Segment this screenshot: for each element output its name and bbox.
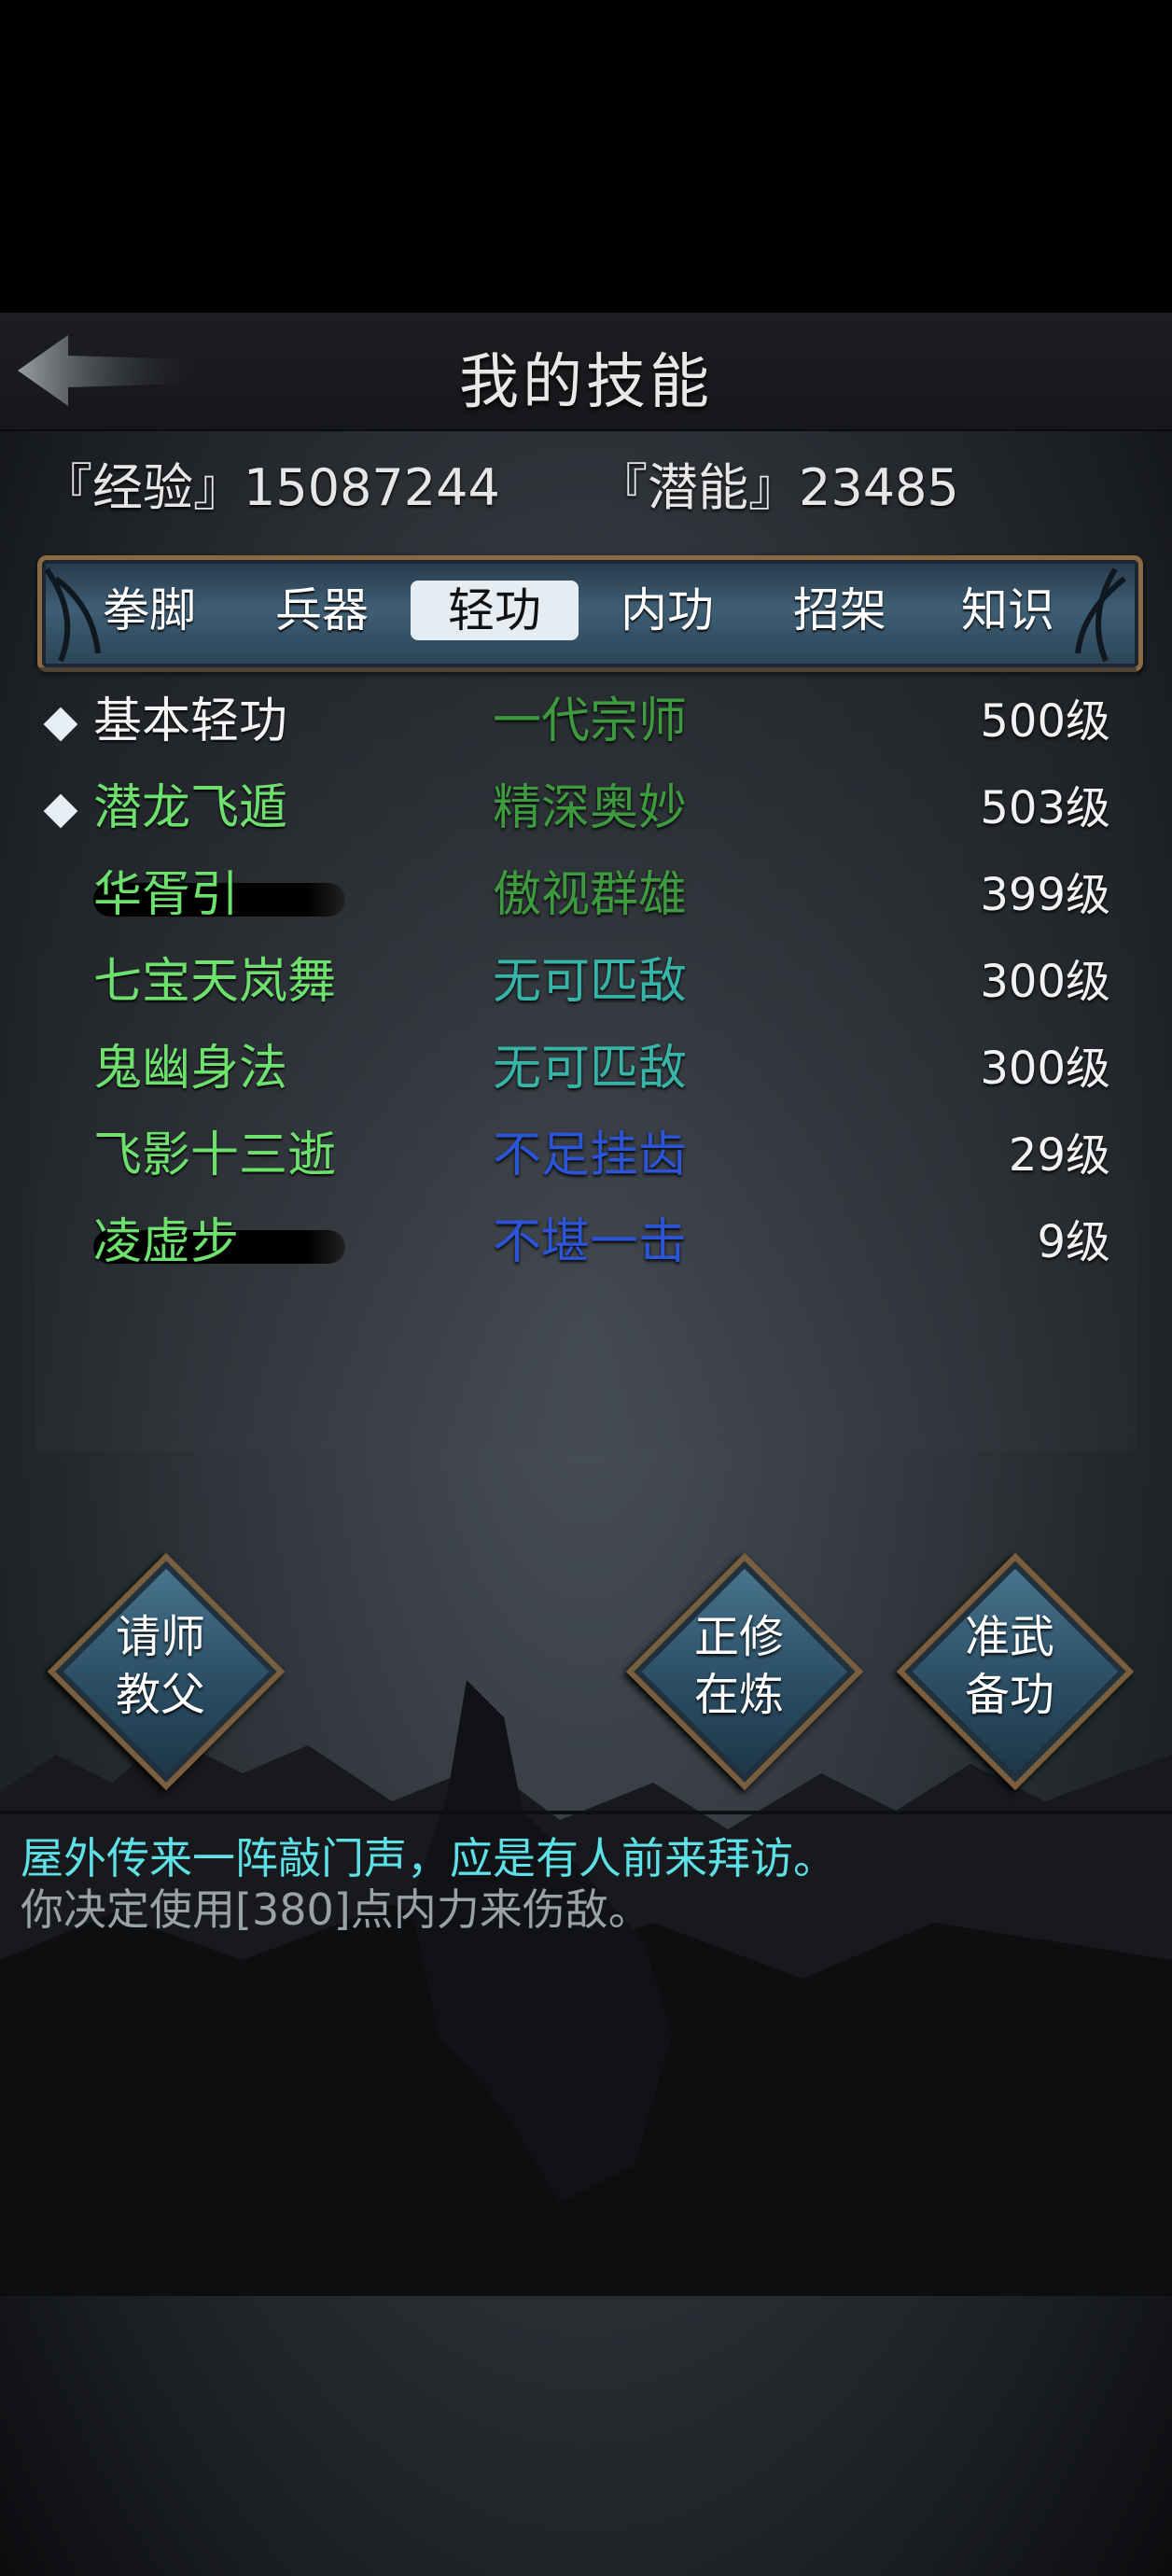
skill-name: 潜龙飞遁	[93, 780, 288, 836]
skill-row[interactable]: 七宝天岚舞 无可匹敌 300级	[35, 942, 1137, 1026]
skill-name: 基本轻功	[93, 693, 288, 749]
skill-rank: 无可匹敌	[493, 954, 688, 1010]
skill-row[interactable]: 华胥引 傲视群雄 399级	[35, 855, 1137, 939]
skill-rank: 不堪一击	[493, 1214, 688, 1270]
button-label: 在炼	[693, 1669, 784, 1721]
skill-level: 503级	[980, 782, 1110, 834]
skill-rank: 傲视群雄	[493, 867, 688, 923]
skill-level: 29级	[1008, 1129, 1110, 1182]
skill-name: 飞影十三逝	[93, 1127, 337, 1183]
ask-teacher-button[interactable]: 请师 教父	[47, 1552, 286, 1791]
skill-row[interactable]: 潜龙飞遁 精深奥妙 503级	[35, 768, 1137, 852]
message-line: 你决定使用[380]点内力来伤敌。	[21, 1884, 651, 1935]
skill-name: 鬼幽身法	[93, 1041, 288, 1097]
button-label: 教父	[115, 1669, 205, 1721]
potential-stat: 『潜能』23485	[597, 458, 959, 517]
skill-rank: 一代宗师	[493, 693, 688, 749]
skill-name: 七宝天岚舞	[93, 954, 337, 1010]
selected-diamond-icon	[43, 707, 78, 742]
skill-row[interactable]: 鬼幽身法 无可匹敌 300级	[35, 1029, 1137, 1113]
prepare-skill-button[interactable]: 准武 备功	[896, 1552, 1135, 1791]
skill-row[interactable]: 凌虚步 不堪一击 9级	[35, 1202, 1137, 1286]
page-title: 我的技能	[459, 348, 713, 417]
tab-qinggong[interactable]: 轻功	[411, 581, 579, 640]
button-label: 请师	[115, 1611, 205, 1663]
skill-rank: 不足挂齿	[493, 1127, 688, 1183]
skill-row[interactable]: 飞影十三逝 不足挂齿 29级	[35, 1115, 1137, 1199]
skill-level: 300级	[980, 956, 1110, 1008]
experience-stat: 『经验』15087244	[42, 458, 500, 517]
skill-rank: 精深奥妙	[493, 780, 688, 836]
tab-bingqi[interactable]: 兵器	[238, 581, 406, 640]
button-label: 正修	[693, 1611, 784, 1663]
skill-row[interactable]: 基本轻功 一代宗师 500级	[35, 681, 1137, 765]
button-label: 准武	[964, 1611, 1054, 1663]
skill-level: 300级	[980, 1043, 1110, 1095]
selected-diamond-icon	[43, 793, 78, 829]
skill-level: 399级	[980, 869, 1110, 921]
tab-zhaojia[interactable]: 招架	[756, 581, 924, 640]
message-divider	[0, 1811, 1172, 1814]
tab-zhishi[interactable]: 知识	[924, 581, 1092, 640]
practice-button[interactable]: 正修 在炼	[625, 1552, 864, 1791]
skill-level: 9级	[1037, 1216, 1110, 1268]
button-label: 备功	[964, 1669, 1054, 1721]
skill-name: 凌虚步	[93, 1214, 240, 1270]
tab-neigong[interactable]: 内功	[583, 581, 751, 640]
tab-quanjiao[interactable]: 拳脚	[65, 581, 233, 640]
skill-name: 华胥引	[93, 867, 240, 923]
skill-rank: 无可匹敌	[493, 1041, 688, 1097]
skill-level: 500级	[980, 695, 1110, 748]
